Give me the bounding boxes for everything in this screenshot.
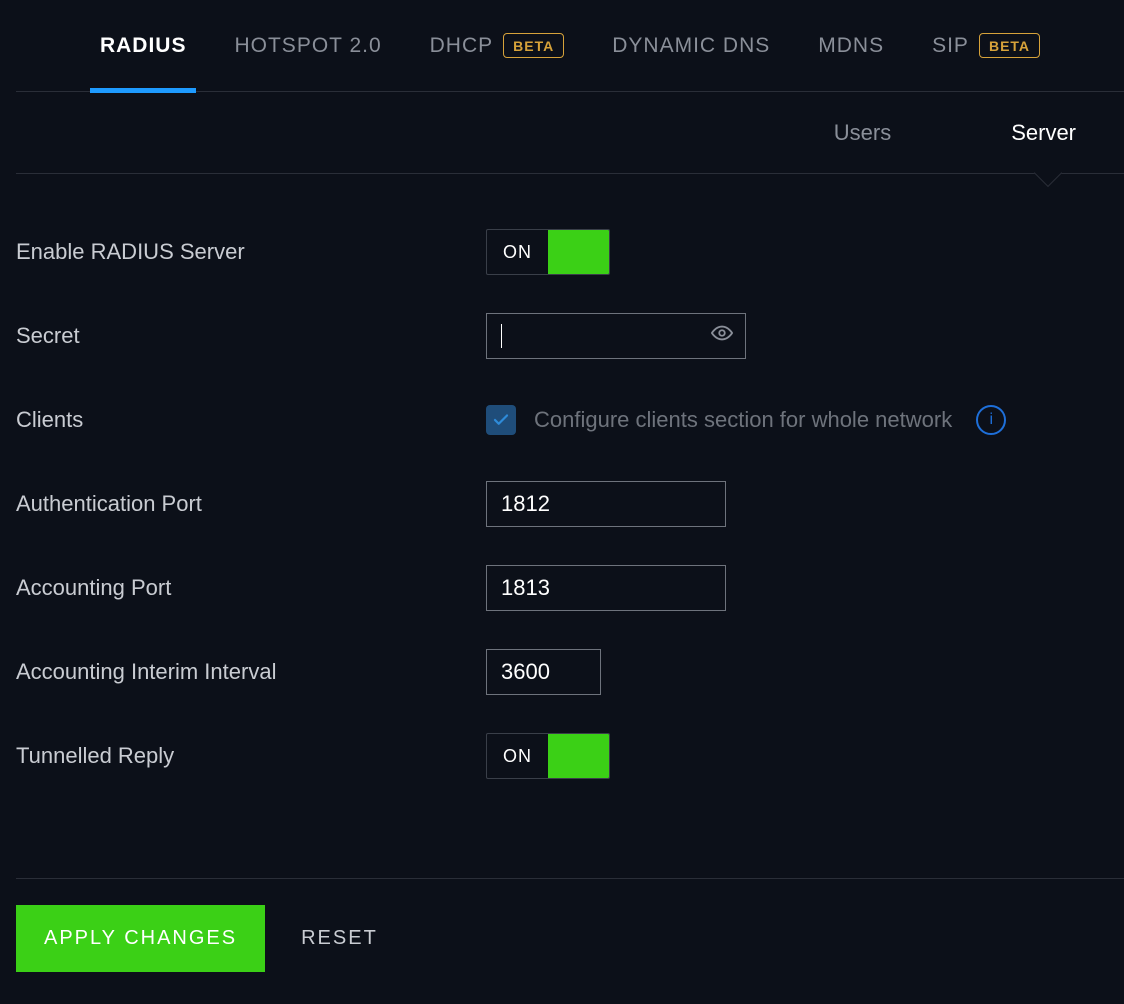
info-icon[interactable]: i: [976, 405, 1006, 435]
clients-checkbox[interactable]: [486, 405, 516, 435]
acct-port-input[interactable]: [487, 566, 725, 610]
toggle-state: ON: [487, 230, 548, 274]
sub-tab-users[interactable]: Users: [834, 120, 891, 146]
interval-input[interactable]: [487, 650, 600, 694]
secret-label: Secret: [16, 323, 486, 349]
auth-port-input[interactable]: [487, 482, 725, 526]
row-secret: Secret: [16, 294, 1124, 378]
toggle-knob: [548, 734, 609, 778]
secret-input[interactable]: [487, 314, 745, 358]
apply-changes-button[interactable]: APPLY CHANGES: [16, 905, 265, 972]
tab-mdns[interactable]: MDNS: [818, 0, 884, 92]
eye-icon[interactable]: [711, 322, 733, 350]
clients-label: Clients: [16, 407, 486, 433]
sub-tab-server[interactable]: Server: [1011, 120, 1076, 146]
tab-dhcp[interactable]: DHCP BETA: [430, 0, 565, 92]
tab-label: MDNS: [818, 34, 884, 58]
tab-radius[interactable]: RADIUS: [100, 0, 187, 92]
row-acct-port: Accounting Port: [16, 546, 1124, 630]
row-auth-port: Authentication Port: [16, 462, 1124, 546]
toggle-state: ON: [487, 734, 548, 778]
tab-label: RADIUS: [100, 34, 187, 58]
tunnelled-label: Tunnelled Reply: [16, 743, 486, 769]
acct-port-label: Accounting Port: [16, 575, 486, 601]
tunnelled-toggle[interactable]: ON: [486, 733, 610, 779]
acct-port-input-wrap: [486, 565, 726, 611]
enable-radius-label: Enable RADIUS Server: [16, 239, 486, 265]
auth-port-input-wrap: [486, 481, 726, 527]
tab-label: DHCP: [430, 34, 494, 58]
row-interval: Accounting Interim Interval: [16, 630, 1124, 714]
secret-input-wrap: [486, 313, 746, 359]
tab-hotspot[interactable]: HOTSPOT 2.0: [234, 0, 381, 92]
clients-check-label: Configure clients section for whole netw…: [534, 407, 952, 433]
interval-input-wrap: [486, 649, 601, 695]
tab-label: HOTSPOT 2.0: [234, 34, 381, 58]
tab-dynamic-dns[interactable]: DYNAMIC DNS: [612, 0, 770, 92]
interval-label: Accounting Interim Interval: [16, 659, 486, 685]
beta-badge: BETA: [503, 33, 564, 58]
sub-tabs: Users Server: [16, 92, 1124, 174]
main-tabs: RADIUS HOTSPOT 2.0 DHCP BETA DYNAMIC DNS…: [16, 0, 1124, 92]
form-footer: APPLY CHANGES RESET: [16, 878, 1124, 972]
auth-port-label: Authentication Port: [16, 491, 486, 517]
tab-label: DYNAMIC DNS: [612, 34, 770, 58]
beta-badge: BETA: [979, 33, 1040, 58]
row-enable-radius: Enable RADIUS Server ON: [16, 210, 1124, 294]
reset-button[interactable]: RESET: [301, 927, 378, 950]
tab-sip[interactable]: SIP BETA: [932, 0, 1040, 92]
check-icon: [492, 411, 510, 429]
tab-label: SIP: [932, 34, 969, 58]
row-clients: Clients Configure clients section for wh…: [16, 378, 1124, 462]
text-cursor: [501, 324, 502, 348]
toggle-knob: [548, 230, 609, 274]
enable-radius-toggle[interactable]: ON: [486, 229, 610, 275]
row-tunnelled: Tunnelled Reply ON: [16, 714, 1124, 798]
radius-server-form: Enable RADIUS Server ON Secret Clients: [0, 174, 1124, 798]
